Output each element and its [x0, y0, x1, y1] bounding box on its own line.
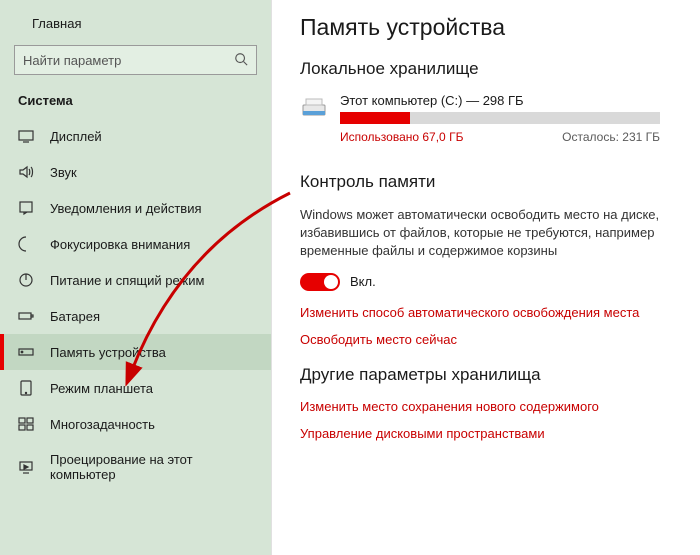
sidebar-item-tablet[interactable]: Режим планшета — [0, 370, 271, 406]
notify-icon — [18, 200, 34, 216]
project-icon — [18, 459, 34, 475]
storage-sense-description: Windows может автоматически освободить м… — [300, 206, 680, 261]
sidebar-item-label: Память устройства — [50, 345, 166, 360]
home-label: Главная — [32, 16, 81, 31]
sidebar-item-label: Дисплей — [50, 129, 102, 144]
sound-icon — [18, 164, 34, 180]
sidebar-item-storage[interactable]: Память устройства — [0, 334, 271, 370]
home-nav[interactable]: Главная — [0, 10, 271, 41]
sidebar-item-label: Уведомления и действия — [50, 201, 202, 216]
link-manage-storage-spaces[interactable]: Управление дисковыми пространствами — [300, 426, 682, 441]
sidebar-item-label: Многозадачность — [50, 417, 155, 432]
sidebar: Главная Найти параметр Система Дисплей З… — [0, 0, 272, 555]
drive-name: Этот компьютер (C:) — 298 ГБ — [340, 93, 682, 108]
sidebar-item-power[interactable]: Питание и спящий режим — [0, 262, 271, 298]
power-icon — [18, 272, 34, 288]
sidebar-item-battery[interactable]: Батарея — [0, 298, 271, 334]
link-change-save-location[interactable]: Изменить место сохранения нового содержи… — [300, 399, 682, 414]
sidebar-item-label: Звук — [50, 165, 77, 180]
storage-icon — [18, 344, 34, 360]
sidebar-section-title: Система — [0, 89, 271, 118]
storage-bar-fill — [340, 112, 410, 124]
sidebar-item-label: Батарея — [50, 309, 100, 324]
search-icon — [234, 52, 248, 69]
sidebar-item-focus[interactable]: Фокусировка внимания — [0, 226, 271, 262]
sidebar-item-multitask[interactable]: Многозадачность — [0, 406, 271, 442]
focus-icon — [18, 236, 34, 252]
drive-stats: Использовано 67,0 ГБ Осталось: 231 ГБ — [340, 130, 660, 144]
link-change-auto-free[interactable]: Изменить способ автоматического освобожд… — [300, 305, 682, 320]
sidebar-item-label: Режим планшета — [50, 381, 153, 396]
toggle-label: Вкл. — [350, 274, 376, 289]
sidebar-item-label: Питание и спящий режим — [50, 273, 204, 288]
search-input[interactable]: Найти параметр — [14, 45, 257, 75]
sidebar-item-display[interactable]: Дисплей — [0, 118, 271, 154]
link-free-now[interactable]: Освободить место сейчас — [300, 332, 682, 347]
sidebar-item-projecting[interactable]: Проецирование на этот компьютер — [0, 442, 271, 492]
drive-info: Этот компьютер (C:) — 298 ГБ Использован… — [340, 93, 682, 144]
storage-sense-toggle[interactable] — [300, 273, 340, 291]
storage-bar — [340, 112, 660, 124]
used-label: Использовано 67,0 ГБ — [340, 130, 463, 144]
drive-block[interactable]: Этот компьютер (C:) — 298 ГБ Использован… — [300, 93, 682, 144]
page-title: Память устройства — [300, 14, 682, 41]
sidebar-item-notifications[interactable]: Уведомления и действия — [0, 190, 271, 226]
display-icon — [18, 128, 34, 144]
tablet-icon — [18, 380, 34, 396]
drive-icon — [300, 93, 328, 121]
content-pane: Память устройства Локальное хранилище Эт… — [272, 0, 700, 555]
sidebar-item-label: Фокусировка внимания — [50, 237, 190, 252]
other-storage-heading: Другие параметры хранилища — [300, 365, 682, 385]
storage-sense-heading: Контроль памяти — [300, 172, 682, 192]
multitask-icon — [18, 416, 34, 432]
local-storage-heading: Локальное хранилище — [300, 59, 682, 79]
storage-sense-toggle-row: Вкл. — [300, 273, 682, 291]
battery-icon — [18, 308, 34, 324]
sidebar-item-sound[interactable]: Звук — [0, 154, 271, 190]
sidebar-item-label: Проецирование на этот компьютер — [50, 452, 253, 482]
remain-label: Осталось: 231 ГБ — [562, 130, 660, 144]
search-placeholder: Найти параметр — [23, 53, 121, 68]
